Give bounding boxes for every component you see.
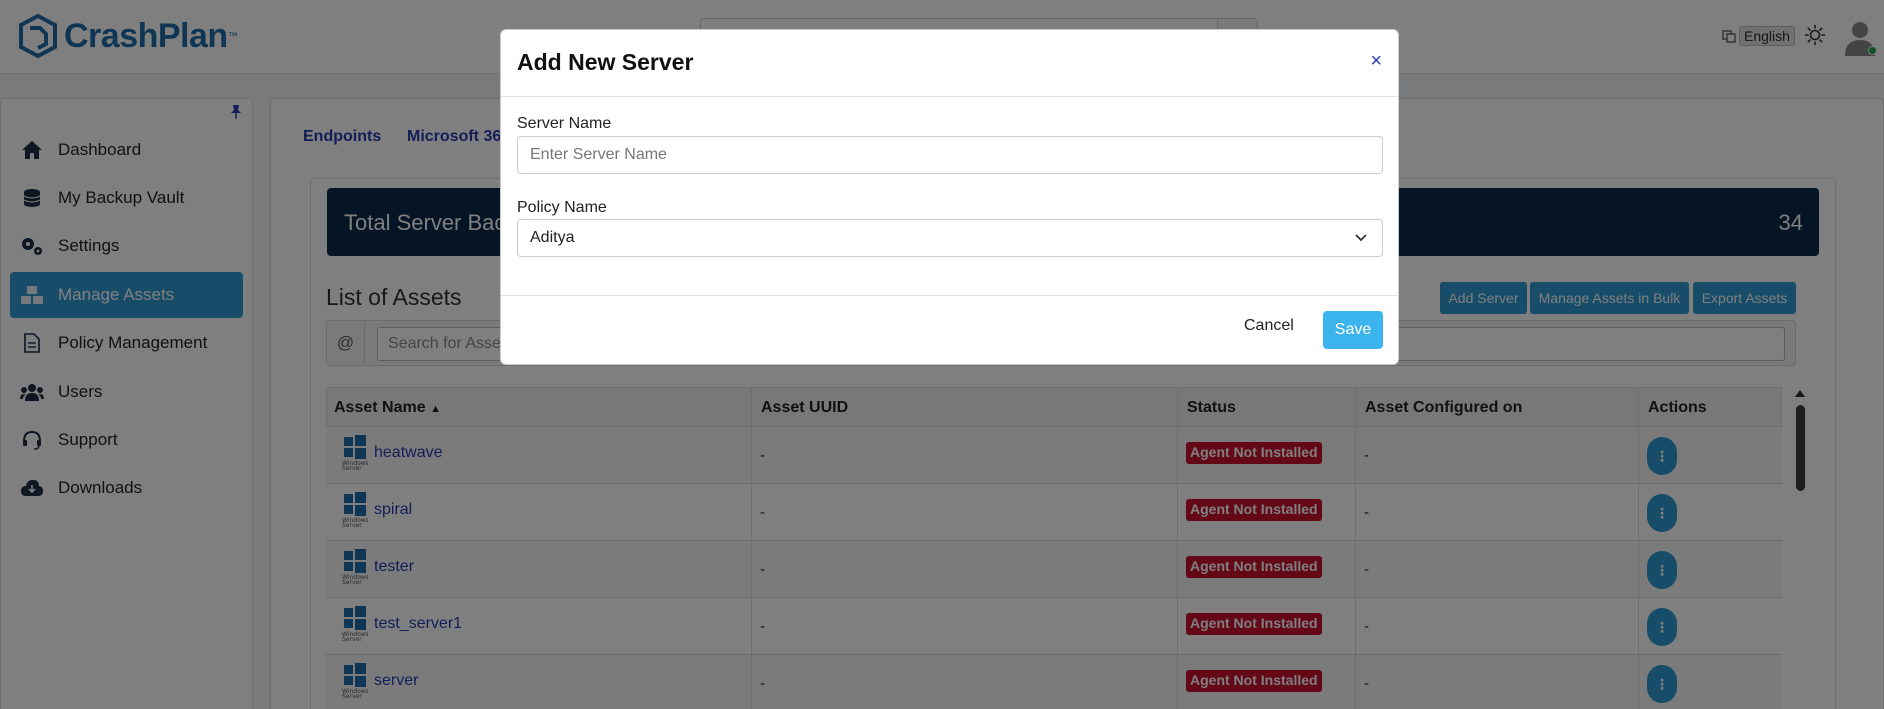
policy-name-label: Policy Name (517, 199, 607, 216)
policy-name-value: Aditya (530, 229, 575, 246)
close-icon[interactable]: × (1370, 50, 1382, 73)
server-name-input[interactable] (517, 136, 1383, 174)
server-name-label: Server Name (517, 115, 612, 132)
modal-header: Add New Server × (501, 30, 1398, 97)
modal-footer: Cancel Save (501, 295, 1398, 365)
add-server-modal: Add New Server × Server Name Policy Name… (500, 29, 1399, 365)
chevron-down-icon (1355, 234, 1367, 242)
save-button[interactable]: Save (1323, 311, 1383, 349)
cancel-button[interactable]: Cancel (1244, 317, 1294, 335)
modal-title: Add New Server (517, 49, 694, 75)
policy-name-select[interactable]: Aditya (517, 219, 1383, 257)
